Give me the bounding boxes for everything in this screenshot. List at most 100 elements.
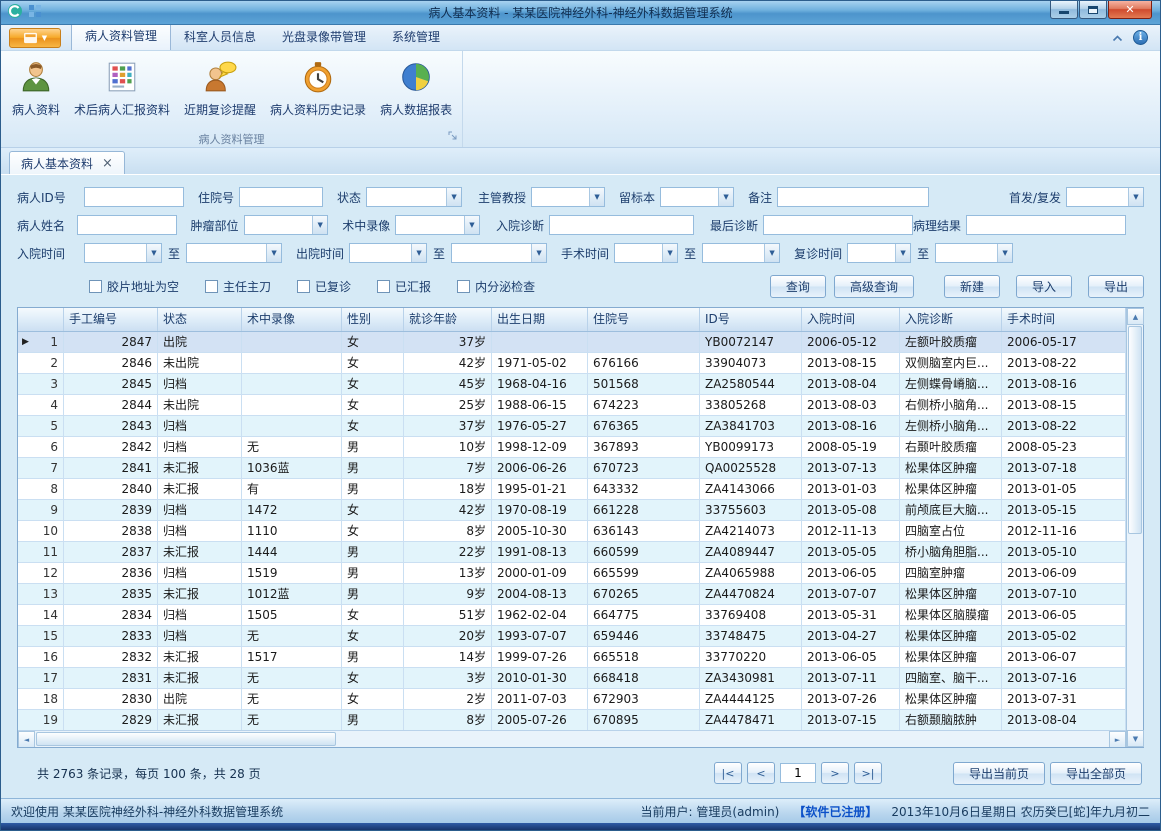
- minimize-button[interactable]: [1050, 1, 1078, 19]
- ribbon-button-data-report[interactable]: 病人数据报表: [373, 54, 459, 122]
- grid-row[interactable]: 122836归档1519男13岁2000-01-09665599ZA406598…: [18, 563, 1126, 584]
- patient-name-input[interactable]: [77, 215, 177, 235]
- next-page-button[interactable]: >: [821, 762, 849, 784]
- grid-row[interactable]: 72841未汇报1036蓝男7岁2006-06-26670723QA002552…: [18, 458, 1126, 479]
- discharge-time-from-combo[interactable]: ▼: [349, 243, 427, 263]
- prev-page-button[interactable]: <: [747, 762, 775, 784]
- export-current-page-button[interactable]: 导出当前页: [953, 762, 1045, 785]
- last-page-button[interactable]: >|: [854, 762, 882, 784]
- surgery-time-to-combo[interactable]: ▼: [702, 243, 780, 263]
- pathology-input[interactable]: [966, 215, 1126, 235]
- row-number: 9: [50, 503, 58, 517]
- checkbox-chief-surgeon[interactable]: 主任主刀: [205, 278, 271, 295]
- admit-time-from-combo[interactable]: ▼: [84, 243, 162, 263]
- grid-row[interactable]: 172831未汇报无女3岁2010-01-30668418ZA343098120…: [18, 668, 1126, 689]
- grid-row[interactable]: 62842归档无男10岁1998-12-09367893YB0099173200…: [18, 437, 1126, 458]
- horizontal-scrollbar[interactable]: ◄ ►: [18, 730, 1126, 747]
- first-recur-combo[interactable]: ▼: [1066, 187, 1144, 207]
- grid-column-header[interactable]: 出生日期: [492, 308, 588, 331]
- grid-column-header[interactable]: 入院时间: [802, 308, 900, 331]
- ribbon-tab-disc-video[interactable]: 光盘录像带管理: [269, 24, 379, 50]
- grid-column-header[interactable]: 性别: [342, 308, 404, 331]
- app-menu-button[interactable]: ▼: [9, 28, 61, 48]
- grid-row[interactable]: 112837未汇报1444男22岁1991-08-13660599ZA40894…: [18, 542, 1126, 563]
- document-tab-patient-basic[interactable]: 病人基本资料 ×: [9, 151, 125, 174]
- import-button[interactable]: 导入: [1016, 275, 1072, 298]
- grid-column-header[interactable]: 手术时间: [1002, 308, 1126, 331]
- grid-row[interactable]: 92839归档1472女42岁1970-08-19661228337556032…: [18, 500, 1126, 521]
- grid-row[interactable]: ▶12847出院女37岁YB00721472006-05-12左额叶胶质瘤200…: [18, 332, 1126, 353]
- tab-close-icon[interactable]: ×: [102, 157, 113, 170]
- first-page-button[interactable]: |<: [714, 762, 742, 784]
- specimen-combo[interactable]: ▼: [660, 187, 734, 207]
- grid-row[interactable]: 102838归档1110女8岁2005-10-30636143ZA4214073…: [18, 521, 1126, 542]
- new-button[interactable]: 新建: [944, 275, 1000, 298]
- tumor-site-combo[interactable]: ▼: [244, 215, 329, 235]
- grid-row[interactable]: 162832未汇报1517男14岁1999-07-266655183377022…: [18, 647, 1126, 668]
- dialog-launcher-icon[interactable]: [448, 131, 458, 144]
- horizontal-scroll-thumb[interactable]: [36, 732, 336, 746]
- grid-column-header[interactable]: 手工编号: [64, 308, 158, 331]
- grid-cell: 男: [342, 563, 404, 584]
- admission-no-label: 住院号: [198, 189, 234, 206]
- status-combo[interactable]: ▼: [366, 187, 462, 207]
- ribbon-button-history[interactable]: 病人资料历史记录: [263, 54, 373, 122]
- grid-row[interactable]: 32845归档女45岁1968-04-16501568ZA25805442013…: [18, 374, 1126, 395]
- vertical-scrollbar[interactable]: ▲ ▼: [1126, 308, 1143, 747]
- professor-combo[interactable]: ▼: [531, 187, 605, 207]
- maximize-button[interactable]: [1079, 1, 1107, 19]
- ribbon-tab-system[interactable]: 系统管理: [379, 24, 453, 50]
- page-number-input[interactable]: [780, 763, 816, 783]
- grid-row[interactable]: 22846未出院女42岁1971-05-02676166339040732013…: [18, 353, 1126, 374]
- checkbox-film-address-empty[interactable]: 胶片地址为空: [89, 278, 179, 295]
- help-info-icon[interactable]: i: [1133, 30, 1148, 45]
- revisit-time-from-combo[interactable]: ▼: [847, 243, 911, 263]
- ribbon-tab-department-staff[interactable]: 科室人员信息: [171, 24, 269, 50]
- quick-access-icon[interactable]: [28, 4, 42, 21]
- ribbon-button-postop-report[interactable]: 术后病人汇报资料: [67, 54, 177, 122]
- checkbox-revisited[interactable]: 已复诊: [297, 278, 351, 295]
- scroll-up-icon[interactable]: ▲: [1127, 308, 1144, 325]
- scroll-right-icon[interactable]: ►: [1109, 731, 1126, 747]
- query-button[interactable]: 查询: [770, 275, 826, 298]
- ribbon-button-revisit-reminder[interactable]: 近期复诊提醒: [177, 54, 263, 122]
- surgery-time-from-combo[interactable]: ▼: [614, 243, 678, 263]
- grid-row[interactable]: 52843归档女37岁1976-05-27676365ZA38417032013…: [18, 416, 1126, 437]
- remark-input[interactable]: [777, 187, 929, 207]
- grid-column-header[interactable]: 住院号: [588, 308, 700, 331]
- final-diag-input[interactable]: [763, 215, 913, 235]
- grid-row[interactable]: 82840未汇报有男18岁1995-01-21643332ZA414306620…: [18, 479, 1126, 500]
- admission-no-input[interactable]: [239, 187, 323, 207]
- export-all-pages-button[interactable]: 导出全部页: [1050, 762, 1142, 785]
- grid-row[interactable]: 42844未出院女25岁1988-06-15674223338052682013…: [18, 395, 1126, 416]
- grid-column-header[interactable]: ID号: [700, 308, 802, 331]
- patient-id-input[interactable]: [84, 187, 184, 207]
- admit-time-to-combo[interactable]: ▼: [186, 243, 282, 263]
- admission-diag-input[interactable]: [549, 215, 694, 235]
- intraop-video-combo[interactable]: ▼: [395, 215, 480, 235]
- grid-row[interactable]: 192829未汇报无男8岁2005-07-26670895ZA447847120…: [18, 710, 1126, 730]
- ribbon-tab-patient-data[interactable]: 病人资料管理: [71, 22, 171, 50]
- discharge-time-to-combo[interactable]: ▼: [451, 243, 547, 263]
- grid-column-header[interactable]: 就诊年龄: [404, 308, 492, 331]
- vertical-scroll-thumb[interactable]: [1128, 326, 1142, 534]
- close-button[interactable]: ✕: [1108, 1, 1152, 19]
- grid-row[interactable]: 152833归档无女20岁1993-07-0765944633748475201…: [18, 626, 1126, 647]
- grid-column-header[interactable]: 状态: [158, 308, 242, 331]
- grid-column-header[interactable]: 入院诊断: [900, 308, 1002, 331]
- ribbon-button-patient-data[interactable]: 病人资料: [5, 54, 67, 122]
- grid-row[interactable]: 142834归档1505女51岁1962-02-0466477533769408…: [18, 605, 1126, 626]
- grid-row[interactable]: 182830出院无女2岁2011-07-03672903ZA4444125201…: [18, 689, 1126, 710]
- collapse-ribbon-icon[interactable]: [1112, 31, 1123, 45]
- grid-row[interactable]: 132835未汇报1012蓝男9岁2004-08-13670265ZA44708…: [18, 584, 1126, 605]
- scroll-down-icon[interactable]: ▼: [1127, 730, 1144, 747]
- advanced-query-button[interactable]: 高级查询: [834, 275, 914, 298]
- window-title: 病人基本资料 - 某某医院神经外科-神经外科数据管理系统: [1, 4, 1160, 21]
- scroll-left-icon[interactable]: ◄: [18, 731, 35, 747]
- checkbox-reported[interactable]: 已汇报: [377, 278, 431, 295]
- export-button[interactable]: 导出: [1088, 275, 1144, 298]
- revisit-time-to-combo[interactable]: ▼: [935, 243, 1013, 263]
- grid-column-header[interactable]: 术中录像: [242, 308, 342, 331]
- row-number: 19: [43, 713, 58, 727]
- checkbox-endocrine-exam[interactable]: 内分泌检查: [457, 278, 535, 295]
